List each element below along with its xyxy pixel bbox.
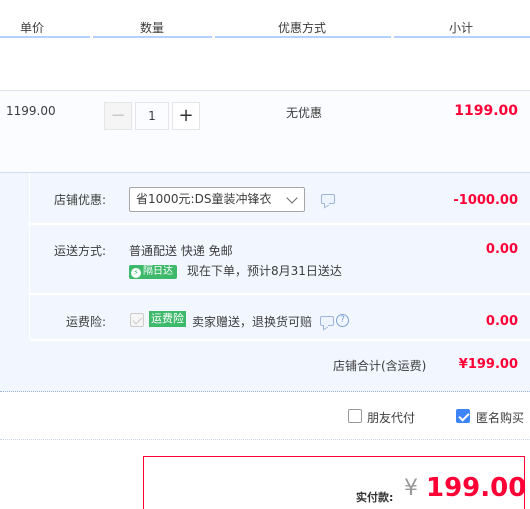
shop-total-amount: ¥199.00 xyxy=(458,357,518,372)
shipping-amount: 0.00 xyxy=(485,242,518,257)
shop-discount-label: 店铺优惠: xyxy=(54,193,107,207)
lightning-icon: ⚡ xyxy=(131,268,141,278)
pay-amount: 199.00 xyxy=(426,473,527,503)
order-summary: 店铺优惠: 省1000元:DS童装冲锋衣 -1000.00 运送方式: 普通配送… xyxy=(0,172,530,392)
qty-input[interactable]: 1 xyxy=(135,102,169,130)
checkout-options: 朋友代付 匿名购买 xyxy=(0,392,530,440)
pay-label: 实付款: xyxy=(356,491,394,504)
insurance-checkbox[interactable] xyxy=(130,313,144,327)
item-subtotal: 1199.00 xyxy=(454,103,518,119)
anonymous-label: 匿名购买 xyxy=(476,411,525,425)
insurance-text: 卖家赠送，退换货可赔 xyxy=(192,315,313,329)
delivery-note: 现在下单，预计8月31日送达 xyxy=(187,264,342,278)
col-subtotal-header: 小计 xyxy=(449,21,474,35)
cart-item-row: 1199.00 − 1 + 无优惠 1199.00 xyxy=(0,90,530,172)
shop-discount-select[interactable]: 省1000元:DS童装冲锋衣 xyxy=(129,187,305,212)
qty-increase-button[interactable]: + xyxy=(172,102,200,130)
shop-discount-selected: 省1000元:DS童装冲锋衣 xyxy=(136,192,272,206)
cart-header: 单价 数量 优惠方式 小计 xyxy=(0,0,530,38)
anonymous-checkbox[interactable] xyxy=(456,409,470,423)
col-promo-header: 优惠方式 xyxy=(278,21,327,35)
pay-currency: ¥ xyxy=(404,476,418,501)
insurance-section: 运费险: 运费险 卖家赠送，退换货可赔 ? 0.00 xyxy=(30,295,530,341)
shop-discount-section: 店铺优惠: 省1000元:DS童装冲锋衣 -1000.00 xyxy=(30,173,530,225)
shipping-label: 运送方式: xyxy=(54,244,107,258)
item-promo: 无优惠 xyxy=(286,106,323,120)
shipping-method: 普通配送 快递 免邮 xyxy=(129,244,233,258)
col-price-header: 单价 xyxy=(20,21,45,35)
sameday-badge: ⚡ 隔日达 xyxy=(129,265,177,279)
insurance-badge: 运费险 xyxy=(149,311,186,327)
insurance-amount: 0.00 xyxy=(485,314,518,329)
header-divider xyxy=(90,36,93,38)
message-icon[interactable] xyxy=(320,316,334,326)
shop-total-label: 店铺合计(含运费) xyxy=(333,359,427,373)
insurance-label: 运费险: xyxy=(66,315,107,329)
payment-summary: 实付款: ¥ 199.00 xyxy=(143,456,527,509)
help-icon[interactable]: ? xyxy=(336,314,349,327)
col-qty-header: 数量 xyxy=(140,21,165,35)
qty-decrease-button[interactable]: − xyxy=(104,102,132,130)
chevron-down-icon xyxy=(286,192,298,204)
shipping-section: 运送方式: 普通配送 快递 免邮 ⚡ 隔日达 现在下单，预计8月31日送达 0.0… xyxy=(30,225,530,295)
sameday-badge-text: 隔日达 xyxy=(143,266,173,277)
friend-pay-checkbox[interactable] xyxy=(348,409,362,423)
friend-pay-label: 朋友代付 xyxy=(367,411,416,425)
quantity-stepper: − 1 + xyxy=(104,102,200,130)
message-icon[interactable] xyxy=(321,194,335,204)
shop-discount-amount: -1000.00 xyxy=(453,193,518,208)
header-divider xyxy=(391,36,394,38)
header-divider xyxy=(212,36,215,38)
item-unit-price: 1199.00 xyxy=(6,104,56,118)
order-left-strip xyxy=(0,173,30,339)
